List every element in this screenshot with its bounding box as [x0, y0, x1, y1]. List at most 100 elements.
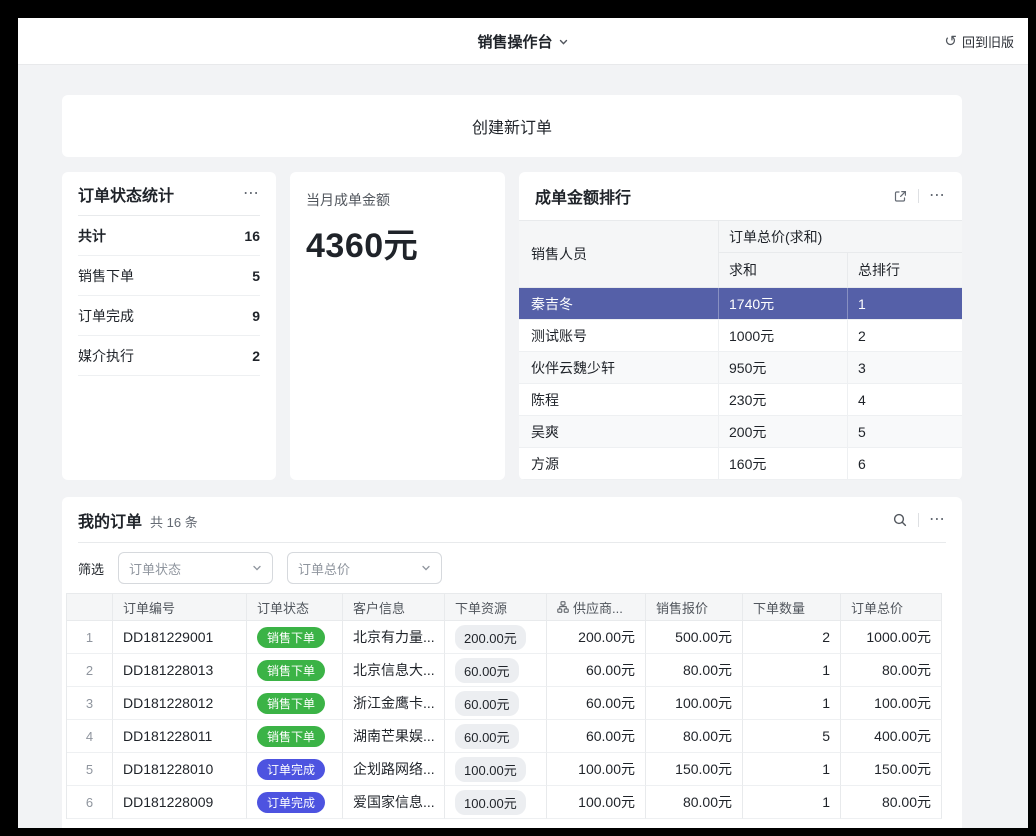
month-amount-value: 4360元 [306, 218, 489, 267]
quote-cell: 500.00元 [646, 621, 743, 654]
column-header-supplier-label: 供应商... [573, 598, 623, 617]
order-row[interactable]: 5 DD181228010 订单完成 企划路网络... 100.00元 100.… [67, 753, 941, 786]
stats-row: 订单状态统计 ⋯ 共计 16 销售下单 5 订单完成 9 媒介执行 2 [62, 172, 962, 480]
ranking-row[interactable]: 吴爽 200元 5 [519, 416, 962, 448]
status-value: 16 [244, 228, 260, 244]
rank-sum: 950元 [718, 352, 847, 383]
customer-cell: 爱国家信息... [343, 786, 445, 819]
total-cell: 400.00元 [841, 720, 942, 753]
resource-chip: 60.00元 [455, 658, 519, 683]
status-badge: 订单完成 [257, 759, 325, 780]
column-header-status: 订单状态 [247, 593, 343, 621]
rank-person: 秦吉冬 [519, 288, 718, 319]
customer-cell: 浙江金鹰卡... [343, 687, 445, 720]
column-header-total-sum-group: 订单总价(求和) [718, 221, 962, 253]
quote-cell: 100.00元 [646, 687, 743, 720]
order-number: DD181228011 [113, 720, 247, 753]
column-header-person: 销售人员 [519, 221, 718, 287]
order-status-filter-placeholder: 订单状态 [129, 559, 181, 578]
my-orders-card: 我的订单 共 16 条 ⋯ 筛选 订单状态 订单总价 [62, 497, 962, 828]
month-amount-label: 当月成单金额 [306, 190, 489, 210]
open-in-new-icon[interactable] [893, 189, 908, 204]
rank-position: 1 [847, 288, 962, 319]
order-row[interactable]: 4 DD181228011 销售下单 湖南芒果娱... 60.00元 60.00… [67, 720, 941, 753]
total-cell: 100.00元 [841, 687, 942, 720]
order-row[interactable]: 6 DD181228009 订单完成 爱国家信息... 100.00元 100.… [67, 786, 941, 819]
status-badge: 销售下单 [257, 660, 325, 681]
rank-sum: 200元 [718, 416, 847, 447]
orders-table: 订单编号 订单状态 客户信息 下单资源 供应商... 销售报价 下单数量 订单总… [66, 593, 941, 819]
ranking-row[interactable]: 陈程 230元 4 [519, 384, 962, 416]
more-icon[interactable]: ⋯ [929, 188, 946, 204]
customer-cell: 北京信息大... [343, 654, 445, 687]
column-header-sum: 求和 [718, 253, 847, 287]
my-orders-header: 我的订单 共 16 条 ⋯ [78, 497, 946, 543]
customer-cell: 湖南芒果娱... [343, 720, 445, 753]
create-order-button[interactable]: 创建新订单 [62, 95, 962, 157]
sitemap-icon [557, 601, 569, 613]
order-status-cell: 销售下单 [247, 654, 343, 687]
resource-cell: 100.00元 [445, 753, 547, 786]
ranking-table-body: 秦吉冬 1740元 1 测试账号 1000元 2 伙伴云魏少轩 950元 3 [519, 288, 962, 480]
dashboard-content: 创建新订单 订单状态统计 ⋯ 共计 16 销售下单 5 订单完成 [18, 65, 1028, 828]
order-status-cell: 销售下单 [247, 720, 343, 753]
order-status-cell: 销售下单 [247, 621, 343, 654]
column-header-qty: 下单数量 [743, 593, 841, 621]
status-value: 2 [252, 348, 260, 364]
status-label: 媒介执行 [78, 346, 134, 366]
order-status-filter-select[interactable]: 订单状态 [118, 552, 273, 584]
qty-cell: 5 [743, 720, 841, 753]
rank-position: 5 [847, 416, 962, 447]
ranking-card: 成单金额排行 ⋯ 销售人员 订单总价(求和) 求和 总排行 秦吉冬 [519, 172, 962, 480]
chevron-down-icon [421, 563, 431, 573]
ranking-row[interactable]: 方源 160元 6 [519, 448, 962, 480]
rank-sum: 230元 [718, 384, 847, 415]
rank-sum: 1000元 [718, 320, 847, 351]
more-icon[interactable]: ⋯ [243, 186, 260, 202]
total-cell: 80.00元 [841, 786, 942, 819]
order-status-card: 订单状态统计 ⋯ 共计 16 销售下单 5 订单完成 9 媒介执行 2 [62, 172, 276, 480]
order-number: DD181228013 [113, 654, 247, 687]
status-badge: 订单完成 [257, 792, 325, 813]
filter-row: 筛选 订单状态 订单总价 [62, 543, 962, 593]
resource-chip: 60.00元 [455, 691, 519, 716]
order-row[interactable]: 2 DD181228013 销售下单 北京信息大... 60.00元 60.00… [67, 654, 941, 687]
resource-chip: 200.00元 [455, 625, 526, 650]
resource-cell: 100.00元 [445, 786, 547, 819]
quote-cell: 80.00元 [646, 720, 743, 753]
qty-cell: 1 [743, 786, 841, 819]
ranking-row[interactable]: 秦吉冬 1740元 1 [519, 288, 962, 320]
order-row[interactable]: 3 DD181228012 销售下单 浙江金鹰卡... 60.00元 60.00… [67, 687, 941, 720]
qty-cell: 1 [743, 654, 841, 687]
order-row[interactable]: 1 DD181229001 销售下单 北京有力量... 200.00元 200.… [67, 621, 941, 654]
my-orders-title: 我的订单 [78, 508, 142, 532]
supplier-cell: 60.00元 [547, 720, 646, 753]
rank-person: 测试账号 [519, 320, 718, 351]
order-status-cell: 订单完成 [247, 753, 343, 786]
resource-cell: 60.00元 [445, 687, 547, 720]
column-header-rank: 总排行 [847, 253, 962, 287]
back-to-old-version-label: 回到旧版 [962, 32, 1014, 51]
status-badge: 销售下单 [257, 693, 325, 714]
ranking-row[interactable]: 测试账号 1000元 2 [519, 320, 962, 352]
more-icon[interactable]: ⋯ [929, 512, 946, 528]
order-status-cell: 订单完成 [247, 786, 343, 819]
page-title: 销售操作台 [477, 31, 552, 52]
column-header-quote: 销售报价 [646, 593, 743, 621]
row-index: 4 [67, 720, 113, 753]
supplier-cell: 60.00元 [547, 654, 646, 687]
order-total-filter-placeholder: 订单总价 [298, 559, 350, 578]
create-order-label: 创建新订单 [472, 114, 552, 138]
ranking-row[interactable]: 伙伴云魏少轩 950元 3 [519, 352, 962, 384]
search-icon[interactable] [892, 512, 908, 528]
workspace-title-switcher[interactable]: 销售操作台 [477, 18, 568, 65]
column-header-supplier: 供应商... [547, 593, 646, 621]
status-row-total: 共计 16 [78, 216, 260, 256]
column-header-index [67, 593, 113, 621]
rank-person: 陈程 [519, 384, 718, 415]
order-number: DD181228010 [113, 753, 247, 786]
ranking-card-title: 成单金额排行 [535, 184, 631, 208]
back-to-old-version-link[interactable]: ↺ 回到旧版 [944, 18, 1014, 65]
order-total-filter-select[interactable]: 订单总价 [287, 552, 442, 584]
order-number: DD181228012 [113, 687, 247, 720]
